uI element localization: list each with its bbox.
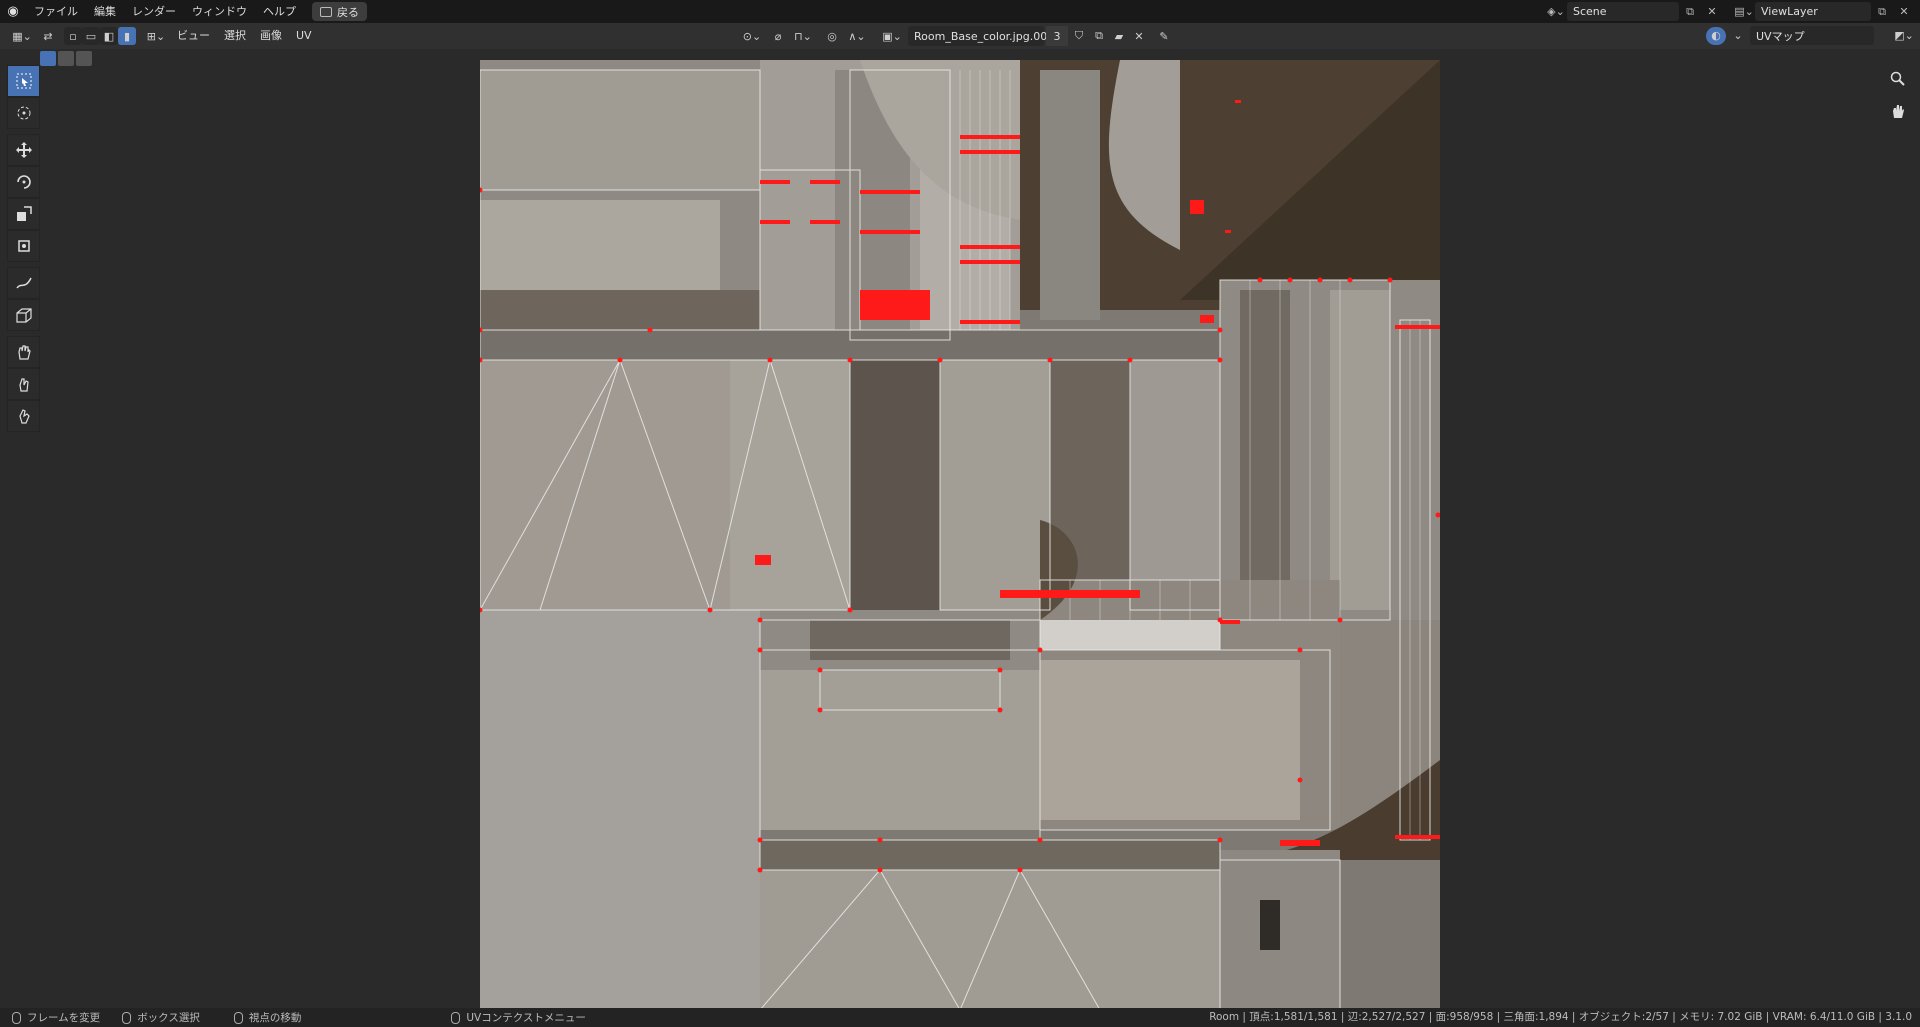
image-name-field[interactable]: Room_Base_color.jpg.001 xyxy=(908,26,1054,46)
pin-icon[interactable]: ✎ xyxy=(1154,27,1174,45)
uv-editor-header: ▦⌄ ⇄ ▫ ▭ ◧ ▮ ⊞⌄ ビュー 選択 画像 UV ⊙⌄ ⌀ ⊓⌄ ◎ ∧… xyxy=(0,23,1920,49)
pivot-point-icon[interactable]: ⊙⌄ xyxy=(738,27,766,45)
header-menu-view[interactable]: ビュー xyxy=(170,23,217,49)
pinch-icon[interactable] xyxy=(7,400,40,432)
viewlayer-remove-icon[interactable]: ✕ xyxy=(1893,2,1915,21)
cursor-icon[interactable] xyxy=(7,97,40,129)
zoom-icon[interactable] xyxy=(1886,67,1910,91)
sticky-select-icon[interactable]: ⊞⌄ xyxy=(142,27,170,45)
status-hint-pan: 視点の移動 xyxy=(233,1010,302,1025)
sync-selection-icon[interactable]: ⇄ xyxy=(38,27,58,45)
mouse-right-icon xyxy=(451,1011,461,1024)
texture-image[interactable] xyxy=(480,60,1440,1008)
viewlayer-field[interactable]: ViewLayer xyxy=(1755,2,1871,21)
uv-viewport[interactable] xyxy=(0,49,1920,1008)
status-hint-context: UVコンテクストメニュー xyxy=(451,1010,586,1025)
pan-hand-icon[interactable] xyxy=(1886,99,1910,123)
navigation-gizmo xyxy=(1886,67,1910,123)
proportional-edit-icon[interactable]: ◎ xyxy=(823,27,841,45)
viewlayer-icon[interactable]: ▤⌄ xyxy=(1733,2,1755,21)
blender-logo-icon[interactable]: ◉ xyxy=(0,0,26,23)
uvmap-group: ◐ ⌄ UVマップ ◩⌄ xyxy=(1706,26,1917,45)
status-hint-pan-label: 視点の移動 xyxy=(248,1012,302,1024)
status-hint-context-label: UVコンテクストメニュー xyxy=(466,1012,586,1024)
scene-statistics: Room | 頂点:1,581/1,581 | 辺:2,527/2,527 | … xyxy=(1209,1011,1912,1023)
header-menu-image[interactable]: 画像 xyxy=(253,23,289,49)
move-icon[interactable] xyxy=(7,134,40,166)
snap-icon[interactable]: ⌀ xyxy=(769,27,787,45)
menu-help[interactable]: ヘルプ xyxy=(255,0,304,23)
mouse-middle-icon xyxy=(233,1011,243,1024)
scene-icon[interactable]: ◈⌄ xyxy=(1545,2,1567,21)
grab-icon[interactable] xyxy=(7,336,40,368)
editor-type-icon[interactable]: ▦⌄ xyxy=(8,27,36,45)
status-bar: フレームを変更 ボックス選択 視点の移動 UVコンテクストメニュー Room |… xyxy=(0,1008,1920,1027)
uv-map-name: UVマップ xyxy=(1756,29,1805,43)
image-datablock: ▣⌄ Room_Base_color.jpg.001 3 ⛉ ⧉ ▰ ✕ ✎ xyxy=(878,26,1174,46)
new-image-icon[interactable]: ⧉ xyxy=(1090,27,1108,45)
scene-name: Scene xyxy=(1573,5,1607,18)
mouse-drag-icon xyxy=(122,1011,132,1024)
viewlayer-copy-icon[interactable]: ⧉ xyxy=(1871,2,1893,21)
fake-user-icon[interactable]: ⛉ xyxy=(1070,27,1088,45)
scene-selector: ◈⌄ Scene ⧉ ✕ xyxy=(1545,2,1723,21)
overlay-dropdown-icon[interactable]: ⌄ xyxy=(1729,27,1747,45)
pivot-snap-group: ⊙⌄ ⌀ ⊓⌄ ◎ ∧⌄ xyxy=(738,27,870,45)
back-icon xyxy=(320,6,332,17)
face-select-icon[interactable]: ◧ xyxy=(100,27,118,45)
rotate-icon[interactable] xyxy=(7,166,40,198)
top-bar: ◉ ファイル 編集 レンダー ウィンドウ ヘルプ 戻る ◈⌄ Scene ⧉ ✕… xyxy=(0,0,1920,23)
relax-icon[interactable] xyxy=(7,368,40,400)
select-mode-subtract-icon[interactable] xyxy=(76,51,92,66)
tool-shelf xyxy=(7,65,41,432)
image-name: Room_Base_color.jpg.001 xyxy=(914,29,1055,43)
annotate-icon[interactable] xyxy=(7,267,40,299)
viewlayer-selector: ▤⌄ ViewLayer ⧉ ✕ xyxy=(1733,2,1915,21)
mouse-left-icon xyxy=(12,1011,21,1024)
snap-target-icon[interactable]: ⊓⌄ xyxy=(790,27,816,45)
scene-copy-icon[interactable]: ⧉ xyxy=(1679,2,1701,21)
transform-icon[interactable] xyxy=(7,230,40,262)
status-hint-frame-label: フレームを変更 xyxy=(27,1012,101,1024)
rip-region-icon[interactable] xyxy=(7,299,40,331)
island-select-icon[interactable]: ▮ xyxy=(118,27,136,45)
status-hint-frame: フレームを変更 xyxy=(12,1010,100,1025)
back-button[interactable]: 戻る xyxy=(312,2,367,21)
menu-render[interactable]: レンダー xyxy=(124,0,184,23)
menu-file[interactable]: ファイル xyxy=(26,0,86,23)
open-image-icon[interactable]: ▰ xyxy=(1110,27,1128,45)
scene-remove-icon[interactable]: ✕ xyxy=(1701,2,1723,21)
select-mode-extend-icon[interactable] xyxy=(58,51,74,66)
status-hint-box-select-label: ボックス選択 xyxy=(137,1012,200,1024)
viewlayer-name: ViewLayer xyxy=(1761,5,1818,18)
scene-field[interactable]: Scene xyxy=(1567,2,1679,21)
menu-edit[interactable]: 編集 xyxy=(86,0,124,23)
select-mode-buttons xyxy=(40,51,92,66)
edge-select-icon[interactable]: ▭ xyxy=(82,27,100,45)
header-menu-uv[interactable]: UV xyxy=(289,23,319,49)
select-mode-new-icon[interactable] xyxy=(40,51,56,66)
image-browse-icon[interactable]: ▣⌄ xyxy=(878,27,906,45)
back-label: 戻る xyxy=(337,5,359,19)
image-users-count[interactable]: 3 xyxy=(1046,26,1068,46)
vertex-select-icon[interactable]: ▫ xyxy=(64,27,82,45)
uv-map-field[interactable]: UVマップ xyxy=(1750,26,1874,45)
select-box-icon[interactable] xyxy=(7,65,40,97)
scale-icon[interactable] xyxy=(7,198,40,230)
unlink-image-icon[interactable]: ✕ xyxy=(1130,27,1148,45)
uv-mesh-overlay xyxy=(480,60,1440,1008)
display-channels-icon[interactable]: ◩⌄ xyxy=(1891,27,1917,45)
menu-window[interactable]: ウィンドウ xyxy=(184,0,255,23)
falloff-icon[interactable]: ∧⌄ xyxy=(844,27,870,45)
overlay-icon[interactable]: ◐ xyxy=(1706,26,1726,45)
status-hint-box-select: ボックス選択 xyxy=(122,1010,200,1025)
header-menu-select[interactable]: 選択 xyxy=(217,23,253,49)
